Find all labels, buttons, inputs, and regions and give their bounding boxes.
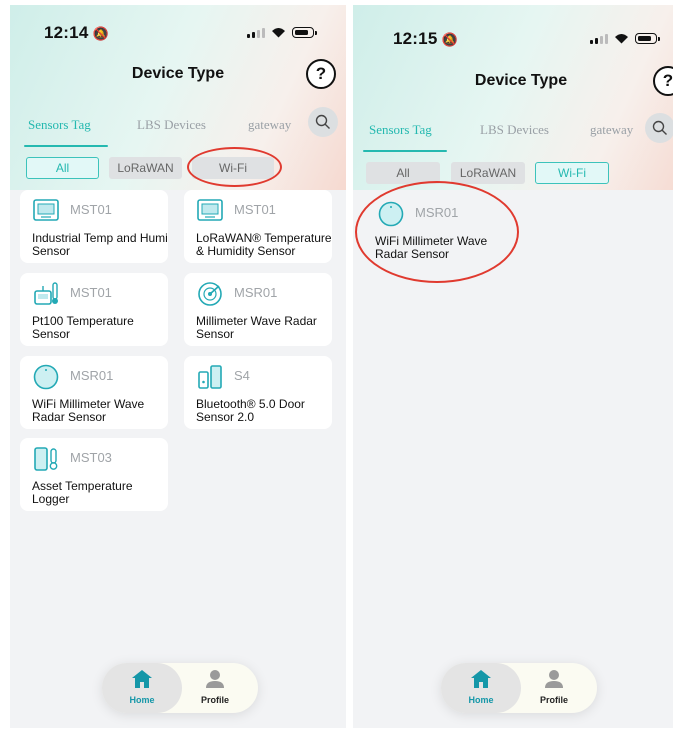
filter-lorawan[interactable]: LoRaWAN [109,157,182,179]
profile-icon [545,670,563,688]
filter-bar: All LoRaWAN Wi-Fi [10,157,346,179]
search-button[interactable] [308,107,338,137]
filter-wifi[interactable]: Wi-Fi [535,162,609,184]
status-bar: 12:15 🔕 [353,29,673,51]
tab-gateway[interactable]: gateway [590,122,633,138]
device-name: Pt100 Temperature Sensor [32,314,134,341]
device-card[interactable]: MST01 Industrial Temp and Humi Sensor [20,190,168,263]
nav-home[interactable]: Home [446,669,516,705]
bottom-nav: Home Profile [102,663,258,713]
nav-home-label: Home [468,695,494,705]
device-card[interactable]: MST01 LoRaWAN® Temperature & Humidity Se… [184,190,332,263]
tab-lbs-devices[interactable]: LBS Devices [480,122,549,138]
device-model: MSR01 [70,368,114,383]
signal-icon [247,27,265,38]
home-icon [132,670,152,688]
screen-sensor-icon [33,199,59,221]
battery-icon [292,27,317,38]
device-card[interactable]: MST01 Pt100 Temperature Sensor [20,273,168,346]
tab-active-underline [24,145,108,147]
help-button[interactable]: ? [306,59,336,89]
device-card[interactable]: MSR01 WiFi Millimeter Wave Radar Sensor [20,356,168,429]
nav-profile[interactable]: Profile [519,669,589,705]
tab-active-underline [363,150,447,152]
profile-icon [206,670,224,688]
device-model: S4 [234,368,250,383]
bottom-nav: Home Profile [441,663,597,713]
device-name: LoRaWAN® Temperature & Humidity Sensor [196,231,332,258]
page-title: Device Type [474,72,568,89]
tab-sensors-tag[interactable]: Sensors Tag [28,117,91,133]
home-icon [471,670,491,688]
tab-sensors-tag[interactable]: Sensors Tag [369,122,432,138]
device-model: MST01 [70,285,112,300]
device-model: MST01 [234,202,276,217]
tab-gateway[interactable]: gateway [248,117,291,133]
status-time: 12:14 [44,23,89,42]
signal-icon [590,33,608,44]
tab-bar: Sensors Tag LBS Devices gateway [10,117,346,147]
tab-lbs-devices[interactable]: LBS Devices [137,117,206,133]
device-model: MST03 [70,450,112,465]
filter-bar: All LoRaWAN Wi-Fi [353,162,673,184]
nav-profile-label: Profile [539,695,568,705]
wifi-icon [272,28,285,38]
device-card[interactable]: S4 Bluetooth® 5.0 Door Sensor 2.0 [184,356,332,429]
phone-screen-right: 12:15 🔕 Device Type ? Sensors Tag LBS Dev… [353,5,673,728]
door-sensor-icon [198,365,222,389]
device-name: Industrial Temp and Humi Sensor [32,231,168,258]
probe-sensor-icon [34,282,58,305]
nav-home[interactable]: Home [107,669,177,705]
tab-bar: Sensors Tag LBS Devices gateway [353,122,673,152]
nav-profile[interactable]: Profile [180,669,250,705]
search-icon [315,114,330,129]
device-name: Millimeter Wave Radar Sensor [196,314,317,341]
device-card[interactable]: MSR01 Millimeter Wave Radar Sensor [184,273,332,346]
search-icon [652,120,667,135]
radar-icon [198,282,222,306]
device-card[interactable]: MST03 Asset Temperature Logger [20,438,168,511]
nav-profile-label: Profile [200,695,229,705]
device-name: Bluetooth® 5.0 Door Sensor 2.0 [196,397,305,424]
annotation-circle [355,181,519,283]
annotation-circle [187,147,282,187]
phone-screen-left: 12:14 🔕 Device Type ? Sensors Tag LBS Dev… [10,5,346,728]
device-name: Asset Temperature Logger [32,479,133,506]
status-bar: 12:14 🔕 [10,23,346,45]
nav-home-label: Home [129,695,155,705]
device-model: MST01 [70,202,112,217]
thermometer-logger-icon [34,447,58,471]
status-time: 12:15 [393,29,438,48]
battery-icon [635,33,660,44]
device-name: WiFi Millimeter Wave Radar Sensor [32,397,145,424]
bell-mute-icon: 🔕 [92,26,109,41]
filter-all[interactable]: All [26,157,99,179]
search-button[interactable] [645,113,673,143]
bell-mute-icon: 🔕 [441,32,458,47]
page-title: Device Type [131,65,225,82]
round-radar-icon [33,364,59,390]
screen-sensor-icon [197,199,223,221]
device-model: MSR01 [234,285,278,300]
wifi-icon [615,34,628,44]
filter-lorawan[interactable]: LoRaWAN [451,162,525,184]
